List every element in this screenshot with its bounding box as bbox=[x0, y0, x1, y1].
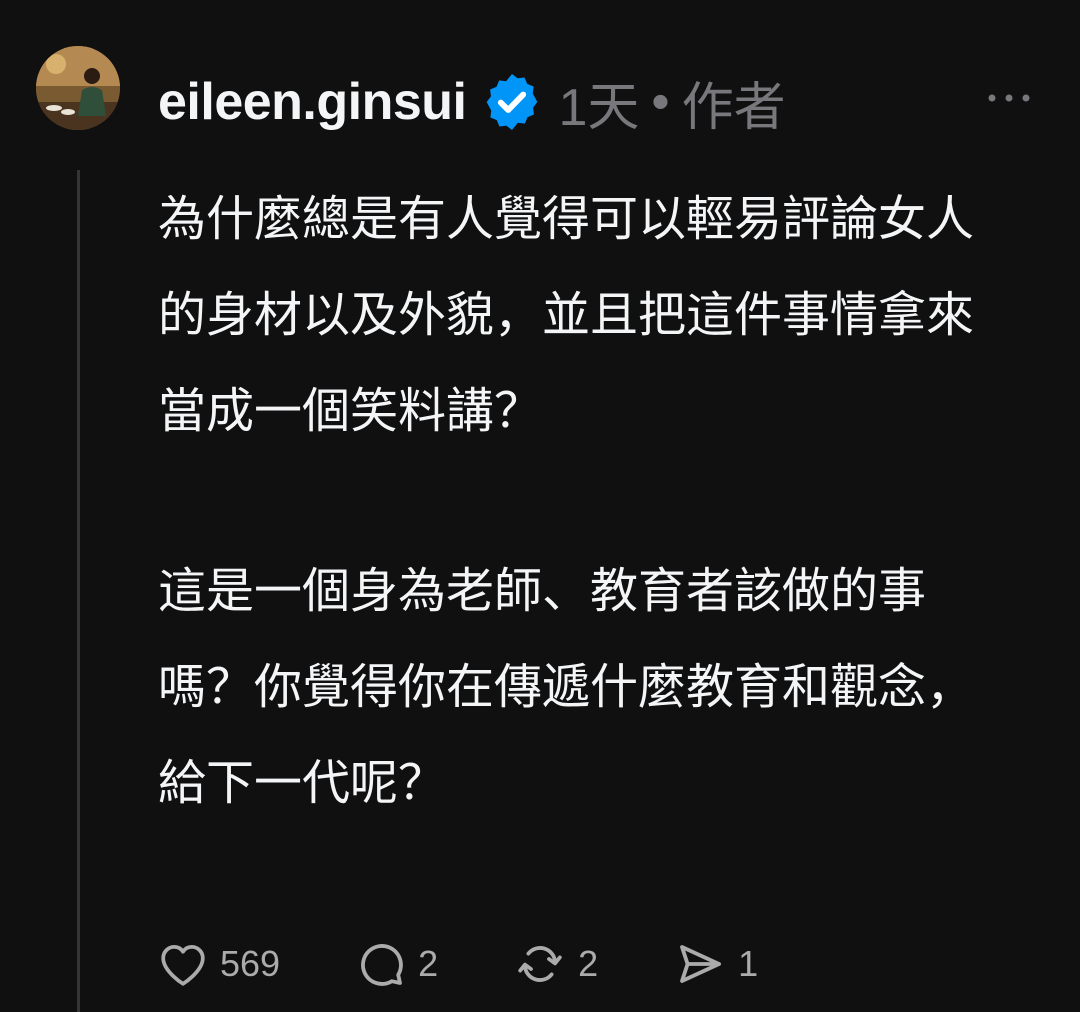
repost-button[interactable]: 2 bbox=[514, 940, 598, 988]
thread-line bbox=[77, 170, 80, 1012]
repost-count: 2 bbox=[578, 943, 599, 984]
more-horizontal-icon bbox=[988, 94, 1030, 102]
more-options-button[interactable] bbox=[984, 88, 1034, 108]
reply-count: 2 bbox=[418, 943, 439, 984]
post-header: eileen.ginsui 1天 • 作者 bbox=[158, 62, 786, 142]
post-text: 為什麼總是有人覺得可以輕易評論女人的身材以及外貌，並且把這件事情拿來當成一個笑料… bbox=[158, 172, 998, 832]
avatar-photo bbox=[36, 46, 120, 130]
share-count: 1 bbox=[738, 943, 759, 984]
post-paragraph: 為什麼總是有人覺得可以輕易評論女人的身材以及外貌，並且把這件事情拿來當成一個笑料… bbox=[158, 193, 975, 438]
meta-separator: • bbox=[651, 73, 670, 131]
like-button[interactable]: 569 bbox=[158, 941, 280, 987]
post-time: 1天 bbox=[558, 78, 640, 137]
author-label: 作者 bbox=[681, 78, 786, 137]
reply-button[interactable]: 2 bbox=[356, 940, 438, 988]
heart-icon bbox=[161, 945, 205, 986]
send-icon bbox=[680, 945, 722, 983]
post-meta: 1天 • 作者 bbox=[558, 65, 785, 140]
repost-icon bbox=[518, 946, 562, 982]
username[interactable]: eileen.ginsui bbox=[158, 72, 467, 132]
post-actions: 569 2 2 1 bbox=[158, 938, 758, 990]
like-count: 569 bbox=[220, 943, 281, 984]
post-paragraph: 這是一個身為老師、教育者該做的事嗎？你覺得你在傳遞什麼教育和觀念，給下一代呢？ bbox=[158, 565, 975, 810]
comment-icon bbox=[361, 944, 403, 986]
verified-badge-icon bbox=[480, 70, 544, 134]
share-button[interactable]: 1 bbox=[674, 940, 758, 988]
avatar[interactable] bbox=[36, 46, 120, 130]
